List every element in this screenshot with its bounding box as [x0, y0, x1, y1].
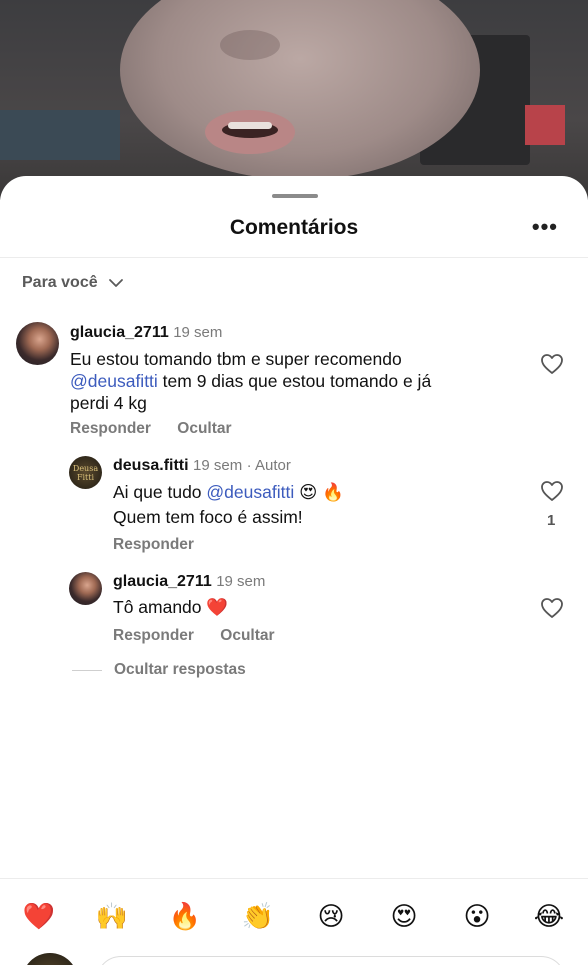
video-teeth [228, 122, 272, 129]
reply-item: Deusa Fitti deusa.fitti 19 sem · Autor A… [0, 454, 588, 564]
hide-button[interactable]: Ocultar [177, 420, 231, 437]
comment-actions: Responder Ocultar [70, 420, 254, 438]
reply-button[interactable]: Responder [113, 627, 194, 644]
comment-username[interactable]: deusa.fitti [113, 457, 189, 474]
comment-header: glaucia_2711 19 sem [113, 573, 265, 591]
comment-timestamp: 19 sem [193, 457, 243, 474]
comment-header: deusa.fitti 19 sem · Autor [113, 457, 291, 475]
comment-username[interactable]: glaucia_2711 [70, 324, 169, 341]
mention-link[interactable]: @deusafitti [70, 371, 158, 391]
background-shelf [0, 110, 120, 160]
emoji-reaction-bar: ❤️ 🙌 🔥 👏 😢 😍 😮 😂 [0, 878, 588, 965]
background-red-object [525, 105, 565, 145]
sort-filter-label: Para você [22, 274, 98, 291]
comment-text-start: Ai que tudo [113, 482, 207, 502]
emoji-surprised-face[interactable]: 😮 [460, 899, 494, 933]
comment-text-continued: tem 9 dias que estou tomando e já [157, 371, 432, 391]
header-divider [0, 257, 588, 258]
avatar-logo-text: Deusa Fitti [72, 464, 99, 482]
emoji-fire[interactable]: 🔥 [168, 899, 202, 933]
emoji-heart[interactable]: ❤️ [22, 899, 56, 933]
hide-replies-line [72, 669, 102, 671]
hide-replies-button[interactable]: Ocultar respostas [72, 661, 246, 679]
comment-input[interactable] [96, 956, 566, 965]
comment-timestamp: 19 sem [173, 324, 223, 341]
more-options-icon[interactable]: ••• [532, 214, 558, 240]
reply-button[interactable]: Responder [113, 536, 194, 553]
comment-header: glaucia_2711 19 sem [70, 324, 222, 342]
emoji-clapping-hands[interactable]: 👏 [241, 899, 275, 933]
comments-sheet: Comentários ••• Para você glaucia_2711 1… [0, 176, 588, 965]
sheet-grabber[interactable] [272, 194, 318, 198]
video-nose [220, 30, 280, 60]
comment-text-line3: perdi 4 kg [70, 393, 147, 413]
comment-text: Eu estou tomando tbm e super recomendo @… [70, 348, 510, 414]
hide-button[interactable]: Ocultar [220, 627, 274, 644]
author-badge: · Autor [246, 457, 291, 474]
emoji-raised-hands[interactable]: 🙌 [95, 899, 129, 933]
comment-actions: Responder Ocultar [113, 627, 297, 645]
comment-text: Ai que tudo @deusafitti 😍 🔥 Quem tem foc… [113, 480, 513, 530]
like-heart-icon[interactable] [540, 597, 564, 619]
comment-text-line1: Ai que tudo @deusafitti 😍 🔥 [113, 480, 513, 505]
chevron-down-icon [108, 279, 123, 287]
sheet-title: Comentários [229, 216, 359, 239]
comment-item: glaucia_2711 19 sem Eu estou tomando tbm… [0, 320, 588, 440]
comment-actions: Responder [113, 536, 216, 554]
reply-item: glaucia_2711 19 sem Tô amando ❤️ Respond… [0, 572, 588, 652]
like-heart-icon[interactable] [540, 480, 564, 502]
comment-text-line2: Quem tem foco é assim! [113, 507, 303, 527]
avatar[interactable]: Deusa Fitti [69, 456, 102, 489]
emoji-crying-face[interactable]: 😢 [314, 899, 348, 933]
comment-text: Tô amando ❤️ [113, 597, 229, 617]
reply-button[interactable]: Responder [70, 420, 151, 437]
comment-text-line2: @deusafitti tem 9 dias que estou tomando… [70, 370, 510, 392]
like-count: 1 [547, 512, 556, 529]
avatar[interactable] [16, 322, 59, 365]
avatar[interactable] [69, 572, 102, 605]
comment-timestamp: 19 sem [216, 573, 266, 590]
comment-text-line1: Eu estou tomando tbm e super recomendo [70, 349, 402, 369]
emoji-heart-eyes[interactable]: 😍 [387, 899, 421, 933]
like-heart-icon[interactable] [540, 353, 564, 375]
comment-emojis: 😍 🔥 [294, 482, 344, 502]
comment-username[interactable]: glaucia_2711 [113, 573, 212, 590]
emoji-laughing-tears[interactable]: 😂 [532, 899, 566, 933]
mention-link[interactable]: @deusafitti [206, 482, 294, 502]
sort-filter-dropdown[interactable]: Para você [22, 274, 124, 292]
video-background [0, 0, 588, 200]
hide-replies-label: Ocultar respostas [114, 661, 246, 678]
